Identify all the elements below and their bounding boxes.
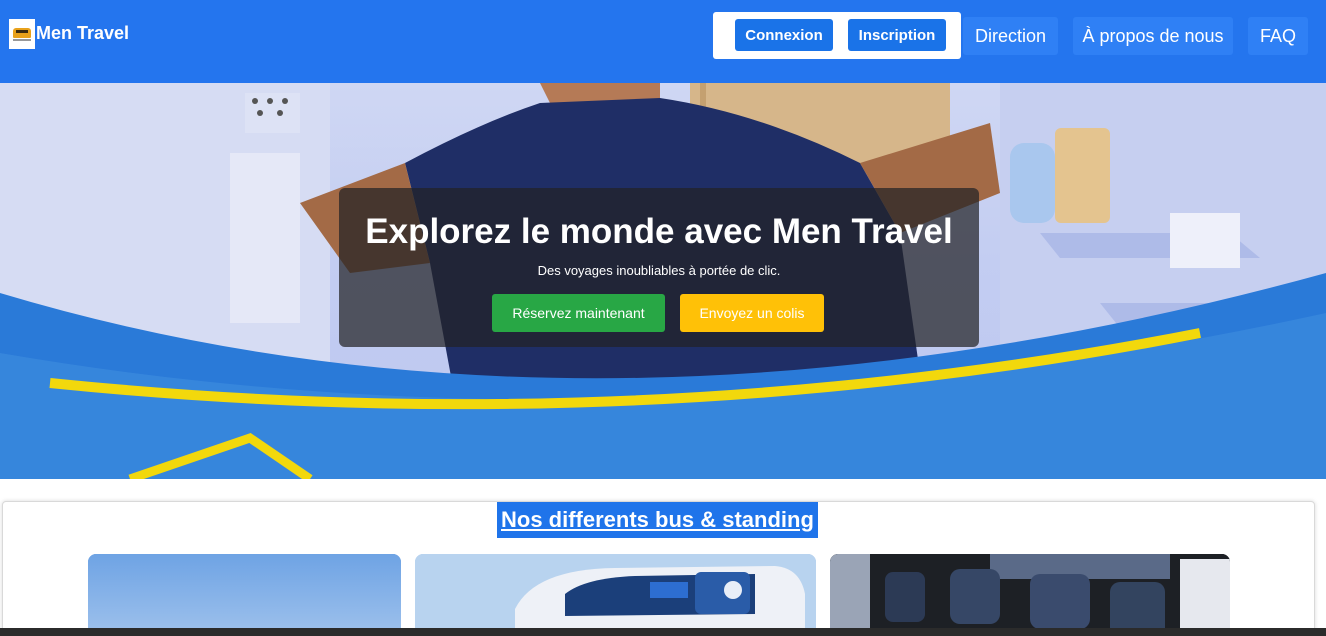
bus-exterior-image — [415, 554, 816, 636]
bus-card-image[interactable] — [88, 554, 401, 636]
hero-card: Explorez le monde avec Men Travel Des vo… — [339, 188, 979, 347]
brand-name: Men Travel — [36, 23, 130, 43]
auth-box: Connexion Inscription — [713, 12, 961, 59]
hero-banner: Explorez le monde avec Men Travel Des vo… — [0, 83, 1326, 479]
hero-subtitle: Des voyages inoubliables à portée de cli… — [537, 263, 781, 278]
bus-sky-image — [88, 554, 401, 636]
send-parcel-button[interactable]: Envoyez un colis — [680, 294, 824, 332]
bottom-scroll-bar — [0, 628, 1326, 636]
bus-card-image[interactable] — [415, 554, 816, 636]
navbar: Men Travel Connexion Inscription Directi… — [0, 0, 1326, 83]
buses-section: Nos differents bus & standing — [2, 501, 1315, 636]
buses-section-title: Nos differents bus & standing — [497, 502, 818, 538]
bus-interior-image — [830, 554, 1230, 636]
brand[interactable]: Men Travel — [9, 19, 129, 49]
book-now-button[interactable]: Réservez maintenant — [492, 294, 665, 332]
bus-card-image[interactable] — [830, 554, 1230, 636]
nav-link-direction[interactable]: Direction — [963, 17, 1058, 55]
nav-link-faq[interactable]: FAQ — [1248, 17, 1308, 55]
bus-logo-icon — [9, 19, 35, 49]
login-button[interactable]: Connexion — [735, 19, 833, 51]
nav-link-about[interactable]: À propos de nous — [1073, 17, 1233, 55]
hero-title: Explorez le monde avec Men Travel — [365, 212, 953, 251]
signup-button[interactable]: Inscription — [848, 19, 946, 51]
